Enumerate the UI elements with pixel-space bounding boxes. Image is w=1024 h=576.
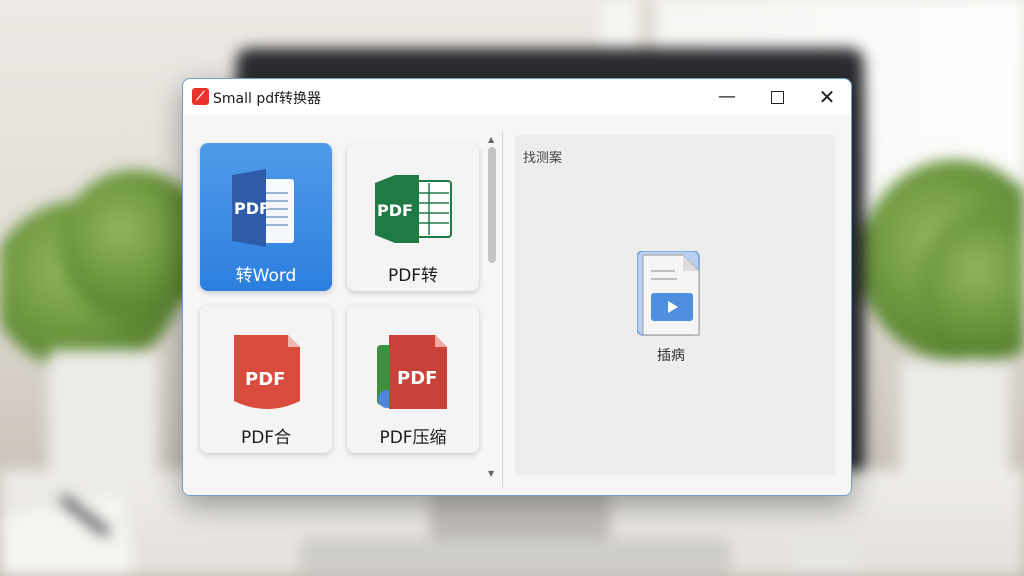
mouse [790, 540, 860, 576]
pot-left [48, 350, 158, 480]
tile-pdf-compress[interactable]: PDF PDF压缩 [347, 305, 479, 453]
app-window: ⟋ Small pdf转换器 — ✕ PDF 转Word PDF PDF转 PD… [182, 78, 852, 496]
scroll-up-arrow-icon[interactable]: ▲ [488, 135, 494, 144]
preview-panel[interactable]: 找测案 插病 [515, 135, 835, 475]
pdf-compress-icon: PDF [377, 335, 447, 409]
scroll-down-arrow-icon[interactable]: ▼ [488, 469, 494, 478]
tile-label: PDF压缩 [379, 428, 447, 448]
panel-divider [502, 131, 503, 487]
pdf-to-word-icon: PDF [232, 169, 294, 247]
app-logo-icon: ⟋ [192, 88, 209, 105]
title-bar[interactable]: ⟋ Small pdf转换器 — ✕ [183, 79, 851, 115]
tile-pdf-to-excel[interactable]: PDF PDF转 [347, 143, 479, 291]
file-label: 插病 [657, 348, 685, 364]
pdf-merge-icon-text: PDF [245, 369, 285, 390]
tile-label: PDF转 [387, 266, 439, 286]
tile-pdf-to-word[interactable]: PDF 转Word [200, 143, 332, 291]
tile-label: 转Word [235, 266, 297, 286]
maximize-button[interactable] [759, 83, 795, 111]
pdf-excel-icon-text: PDF [377, 201, 413, 220]
pdf-compress-icon-text: PDF [397, 368, 437, 389]
video-file-icon[interactable] [637, 251, 705, 339]
pdf-to-excel-icon: PDF [375, 175, 452, 243]
keyboard [300, 538, 730, 576]
tile-pdf-merge[interactable]: PDF PDF合 [200, 305, 332, 453]
close-button[interactable]: ✕ [809, 83, 845, 111]
maximize-icon [770, 91, 784, 104]
pdf-merge-icon: PDF [234, 335, 300, 409]
minimize-button[interactable]: — [709, 83, 745, 111]
window-title: Small pdf转换器 [213, 91, 322, 107]
pdf-word-icon-text: PDF [234, 199, 270, 218]
tile-label: PDF合 [240, 428, 292, 448]
preview-title: 找测案 [523, 151, 563, 166]
scrollbar-thumb[interactable] [488, 147, 496, 263]
